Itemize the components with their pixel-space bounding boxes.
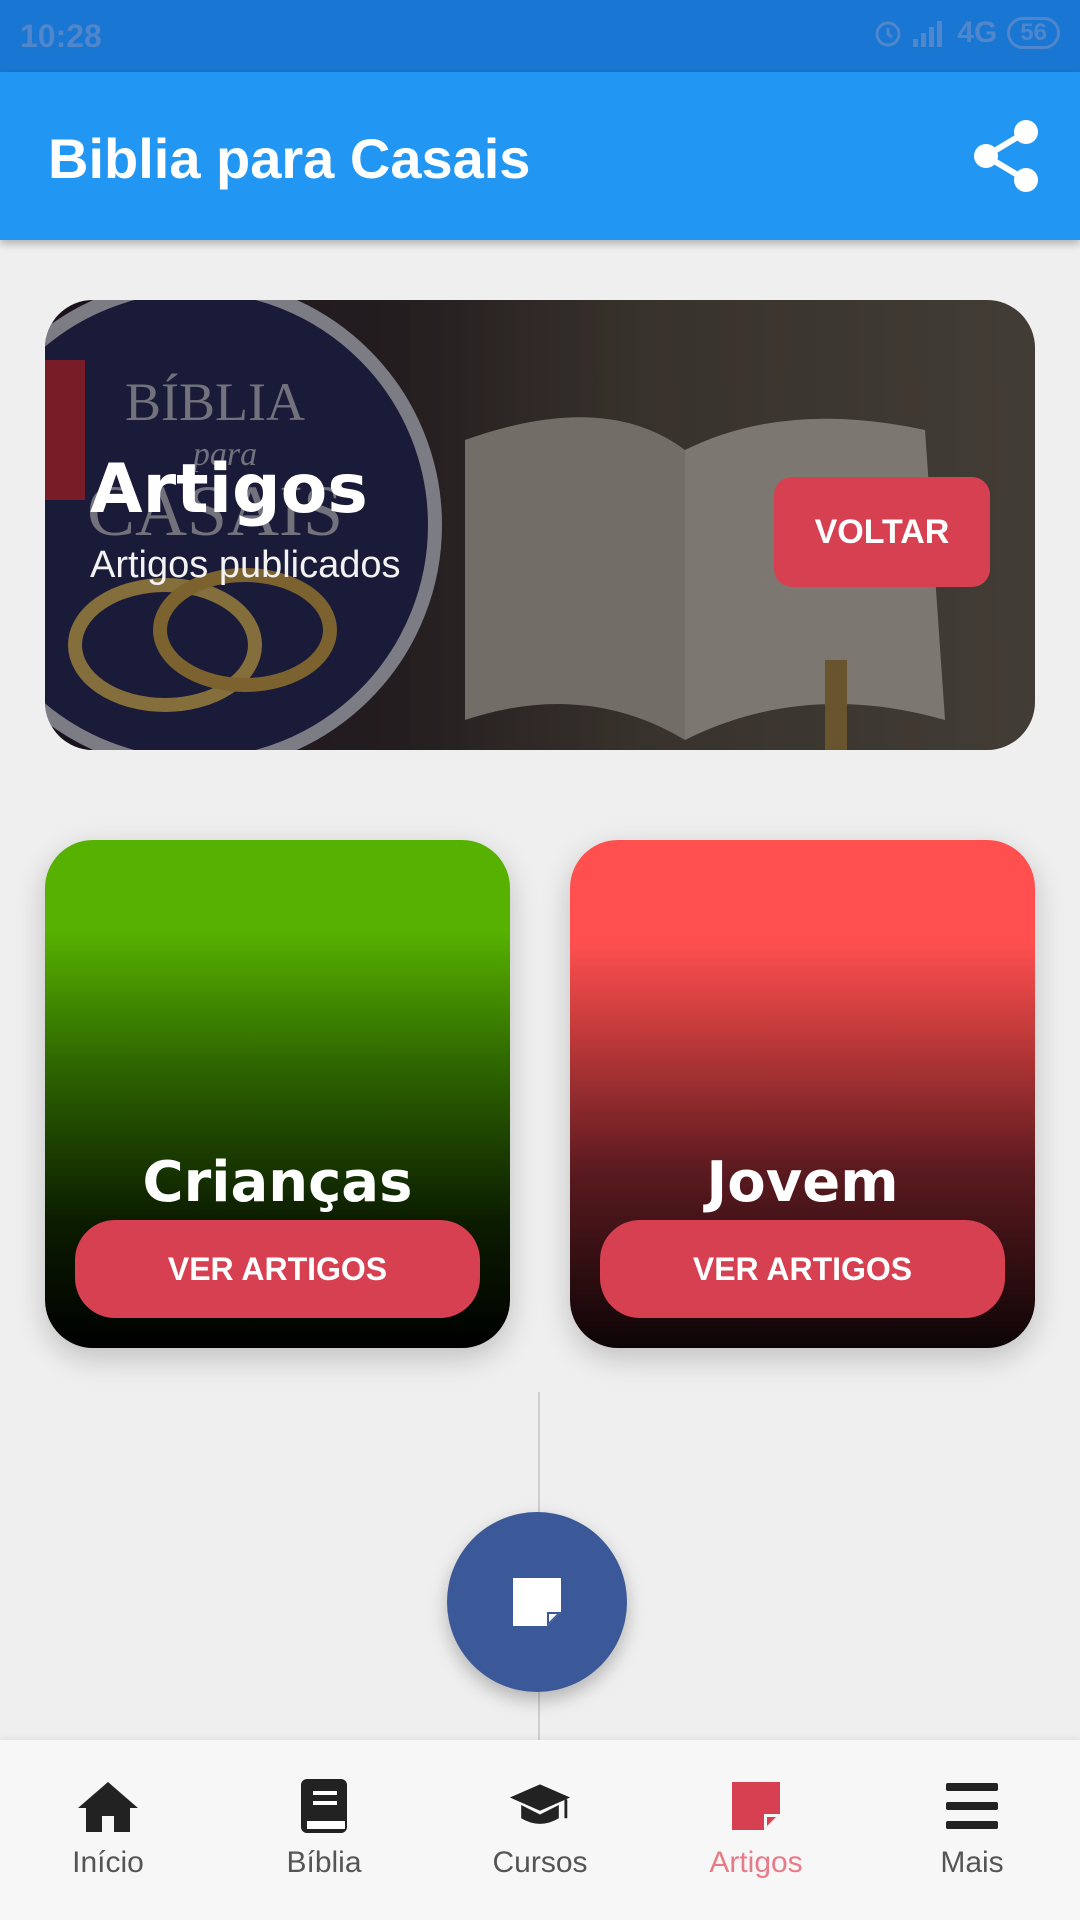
book-icon <box>301 1779 347 1833</box>
nav-label: Cursos <box>492 1846 588 1879</box>
app-title: Biblia para Casais <box>48 127 531 190</box>
alarm-icon <box>875 21 901 47</box>
nav-item-artigos[interactable]: Artigos <box>648 1740 864 1920</box>
nav-label: Artigos <box>709 1846 803 1879</box>
view-articles-button[interactable]: VER ARTIGOS <box>75 1220 480 1318</box>
page-title: Artigos <box>90 450 368 529</box>
nav-label: Início <box>72 1846 144 1879</box>
home-icon <box>78 1782 138 1832</box>
share-button[interactable] <box>966 116 1046 196</box>
articles-fab[interactable] <box>447 1512 627 1692</box>
nav-item-cursos[interactable]: Cursos <box>432 1740 648 1920</box>
status-time: 10:28 <box>20 18 102 54</box>
category-card-jovem: Jovem VER ARTIGOS <box>570 840 1035 1348</box>
bottom-navigation: Início Bíblia Cursos Artigos Mais <box>0 1740 1080 1920</box>
battery-indicator: 56 <box>1007 17 1060 49</box>
note-icon <box>513 1578 561 1626</box>
page-subtitle: Artigos publicados <box>90 544 401 586</box>
back-button[interactable]: VOLTAR <box>774 477 990 587</box>
category-title: Jovem <box>706 1150 899 1215</box>
share-icon <box>974 120 1038 192</box>
note-icon <box>732 1782 780 1830</box>
signal-icon <box>913 21 943 47</box>
graduation-cap-icon <box>509 1784 571 1824</box>
category-card-criancas: Crianças VER ARTIGOS <box>45 840 510 1348</box>
nav-item-inicio[interactable]: Início <box>0 1740 216 1920</box>
menu-icon <box>946 1783 998 1829</box>
nav-label: Bíblia <box>286 1846 362 1879</box>
view-articles-button[interactable]: VER ARTIGOS <box>600 1220 1005 1318</box>
nav-item-biblia[interactable]: Bíblia <box>216 1740 432 1920</box>
hero-card: BÍBLIA para CASAIS Artigos Artigos publi… <box>45 300 1035 750</box>
nav-item-mais[interactable]: Mais <box>864 1740 1080 1920</box>
network-type: 4G <box>957 16 998 49</box>
app-bar: Biblia para Casais <box>0 72 1080 240</box>
status-bar: 10:28 4G 56 <box>0 0 1080 72</box>
status-icons: 4G 56 <box>873 16 1060 50</box>
nav-label: Mais <box>940 1846 1004 1879</box>
category-title: Crianças <box>142 1150 413 1215</box>
